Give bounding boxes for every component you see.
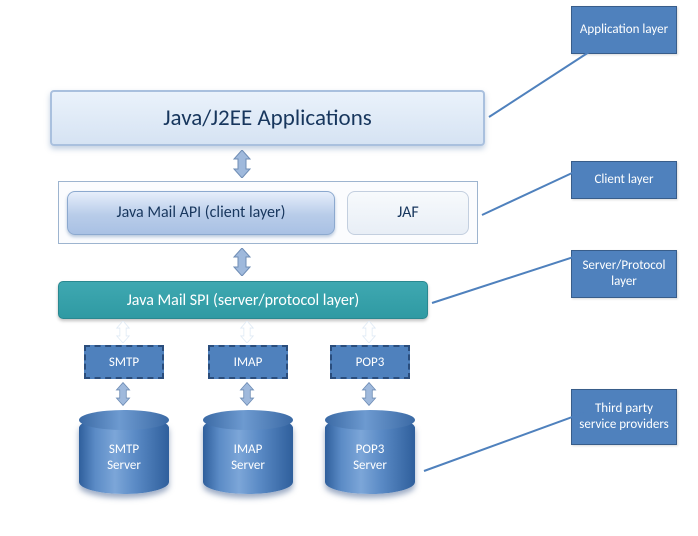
server-sub: Server	[231, 458, 265, 473]
client-layer-container: Java Mail API (client layer) JAF	[58, 181, 478, 244]
connector-line	[432, 253, 583, 304]
double-arrow-icon	[114, 382, 132, 406]
double-arrow-icon	[238, 321, 256, 343]
label-text: Server/Protocol layer	[576, 258, 672, 291]
server-sub: Server	[107, 458, 141, 473]
server-name: SMTP	[109, 442, 139, 457]
double-arrow-icon	[360, 382, 378, 406]
double-arrow-icon	[360, 321, 378, 343]
protocol-pop3-box: POP3	[330, 345, 410, 379]
java-mail-spi-box: Java Mail SPI (server/protocol layer)	[58, 281, 428, 319]
java-mail-api-box: Java Mail API (client layer)	[67, 191, 335, 235]
label-text: Application layer	[580, 22, 668, 38]
server-imap-cylinder: IMAP Server	[203, 416, 293, 494]
server-pop3-cylinder: POP3 Server	[325, 416, 415, 494]
app-layer-title: Java/J2EE Applications	[163, 104, 372, 132]
server-smtp-cylinder: SMTP Server	[79, 416, 169, 494]
server-name: POP3	[356, 442, 385, 457]
api-label: Java Mail API (client layer)	[117, 203, 286, 222]
connector-line	[488, 51, 590, 118]
connector-line	[482, 168, 581, 215]
app-layer-box: Java/J2EE Applications	[50, 90, 485, 146]
protocol-label: IMAP	[234, 355, 263, 370]
label-third-party: Third party service providers	[571, 389, 677, 445]
label-server-protocol-layer: Server/Protocol layer	[571, 250, 677, 298]
label-text: Client layer	[594, 172, 653, 188]
label-text: Third party service providers	[576, 401, 672, 434]
double-arrow-icon	[231, 248, 253, 276]
protocol-label: POP3	[356, 355, 385, 370]
protocol-label: SMTP	[109, 355, 139, 370]
label-client-layer: Client layer	[571, 161, 677, 199]
server-sub: Server	[353, 458, 387, 473]
spi-label: Java Mail SPI (server/protocol layer)	[127, 291, 360, 310]
jaf-label: JAF	[397, 203, 418, 222]
connector-line	[424, 412, 584, 472]
protocol-imap-box: IMAP	[208, 345, 288, 379]
label-application-layer: Application layer	[571, 6, 677, 54]
double-arrow-icon	[114, 321, 132, 343]
jaf-box: JAF	[347, 191, 469, 235]
double-arrow-icon	[231, 150, 253, 178]
protocol-smtp-box: SMTP	[84, 345, 164, 379]
server-name: IMAP	[234, 442, 263, 457]
double-arrow-icon	[238, 382, 256, 406]
